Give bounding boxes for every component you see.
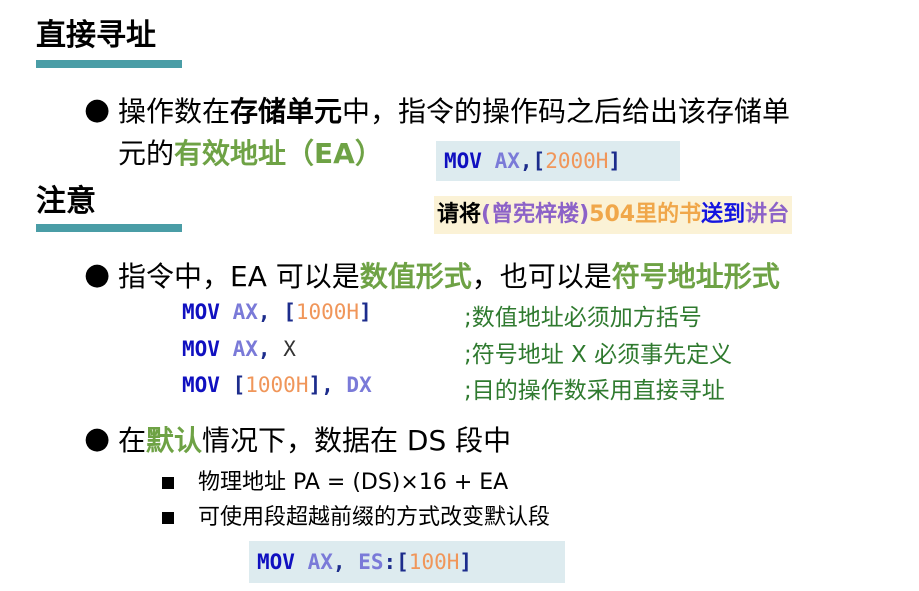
code-comment-1: ;数值地址必须加方括号 <box>464 305 702 331</box>
notice-part-4: 送到 <box>701 202 746 227</box>
bullet1-line1: 操作数在存储单元中，指令的操作码之后给出该存储单 <box>118 90 790 130</box>
code-mnemonic: MOV <box>182 337 220 361</box>
code-register: AX <box>307 550 333 574</box>
notice-part-2: (曾宪梓楼) <box>481 202 590 227</box>
code-line-1: MOV AX, [1000H] <box>182 300 372 324</box>
code-bracket-right: ] <box>359 300 372 324</box>
code-line-3: MOV [1000H], DX <box>182 373 372 397</box>
bullet2-line: 指令中，EA 可以是数值形式，也可以是符号地址形式 <box>118 255 780 295</box>
bullet2-text-mid: ，也可以是 <box>471 260 612 293</box>
code-register: DX <box>346 373 372 397</box>
code-register: AX <box>232 300 258 324</box>
bullet2-symbolic-form: 符号地址形式 <box>611 260 780 293</box>
bullet1-bold-storage-unit: 存储单元 <box>230 95 343 128</box>
code-mnemonic: MOV <box>257 550 295 574</box>
title-underline <box>36 60 182 68</box>
code-bracket-left: [ <box>396 550 409 574</box>
bullet2-numeric-form: 数值形式 <box>359 260 472 293</box>
section-title-direct-addressing: 直接寻址 <box>36 18 156 53</box>
code-address: 100H <box>408 550 460 574</box>
code-separator: , <box>321 373 347 397</box>
bullet-dot-icon: ● <box>84 421 111 456</box>
square-bullet-icon <box>162 472 174 491</box>
code-bracket-left: [ <box>283 300 296 324</box>
section-title-note: 注意 <box>36 184 96 219</box>
code-comment-2: ;符号地址 X 必须事先定义 <box>464 342 733 368</box>
notice-part-5: 讲台 <box>745 202 790 227</box>
code-bracket-left: [ <box>532 149 546 173</box>
code-segment: ES <box>358 550 384 574</box>
bullet-dot-icon: ● <box>84 92 111 127</box>
code-address: 1000H <box>245 373 309 397</box>
code-mnemonic: MOV <box>182 373 220 397</box>
sub-bullet-physical-address: 物理地址 PA = (DS)×16 + EA <box>198 470 509 495</box>
code-mnemonic: MOV <box>444 149 482 173</box>
code-example-1: MOV AX,[2000H] <box>436 141 680 181</box>
sub-bullet-segment-override: 可使用段超越前缀的方式改变默认段 <box>198 505 551 530</box>
bullet1-text-mid: 中，指令的操作码之后给出该存储单 <box>342 95 791 128</box>
notice-banner: 请将(曾宪梓楼)504里的书送到讲台 <box>434 196 793 234</box>
code-separator: , <box>519 149 533 173</box>
code-separator: , <box>332 550 359 574</box>
code-colon: : <box>383 550 397 574</box>
bullet-dot-icon: ● <box>84 257 111 292</box>
bullet2-text: 指令中，EA 可以是 <box>118 260 360 293</box>
bullet1-line2: 元的有效地址（EA） <box>118 132 383 172</box>
notice-part-3: 504里的书 <box>589 202 702 227</box>
bullet1-text-line2: 元的 <box>118 137 175 170</box>
bullet3-text-post: 情况下，数据在 DS 段中 <box>202 424 512 457</box>
code-symbol: X <box>283 337 296 361</box>
code-address: 2000H <box>545 149 609 173</box>
code-line-2: MOV AX, X <box>182 337 296 361</box>
code-separator: , <box>257 300 284 324</box>
code-comment-3: ;目的操作数采用直接寻址 <box>464 378 725 404</box>
bullet3-text: 在 <box>118 424 147 457</box>
code-register: AX <box>232 337 258 361</box>
bullet3-line: 在默认情况下，数据在 DS 段中 <box>118 419 511 459</box>
code-bracket-right: ] <box>608 149 622 173</box>
title-underline-2 <box>36 224 182 232</box>
code-bracket-left: [ <box>232 373 246 397</box>
code-bracket-right: ] <box>459 550 473 574</box>
code-bracket-right: ] <box>308 373 322 397</box>
bullet1-text: 操作数在 <box>118 95 231 128</box>
code-address: 1000H <box>295 300 360 324</box>
bullet3-default: 默认 <box>146 424 203 457</box>
code-register: AX <box>494 149 520 173</box>
code-mnemonic: MOV <box>182 300 220 324</box>
notice-part-1: 请将 <box>437 202 482 227</box>
square-bullet-icon <box>162 507 174 526</box>
bullet1-effective-address: 有效地址（EA） <box>174 137 383 170</box>
code-separator: , <box>257 337 284 361</box>
code-example-2: MOV AX, ES:[100H] <box>249 541 565 583</box>
